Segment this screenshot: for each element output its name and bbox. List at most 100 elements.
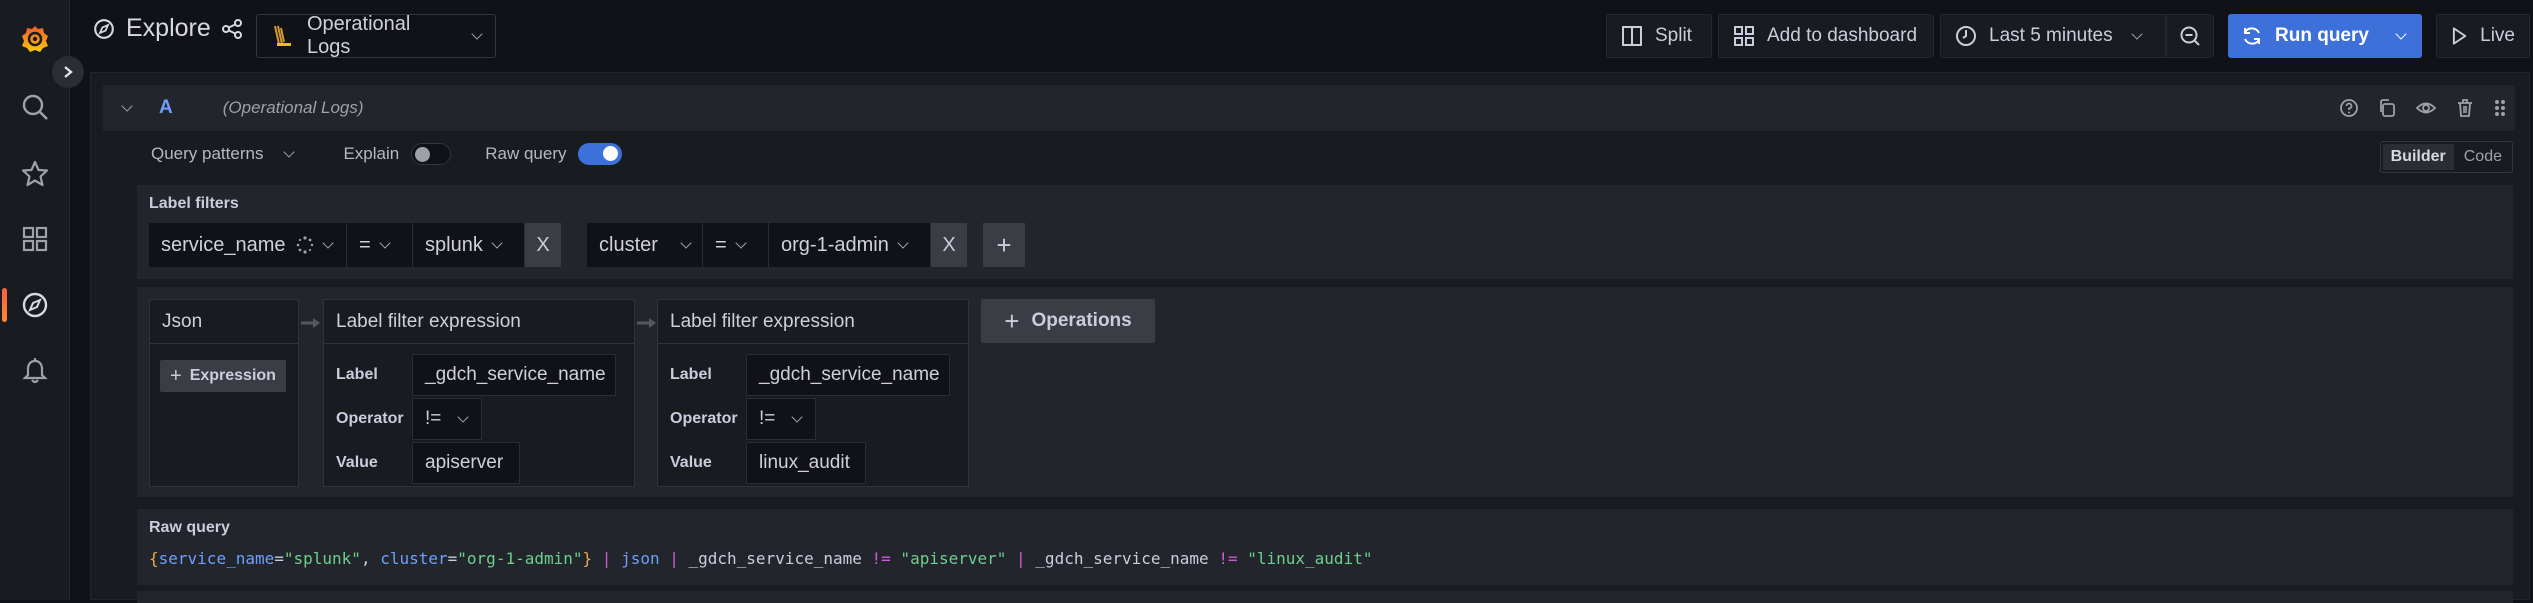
filter-operator-select[interactable]: = — [347, 223, 413, 267]
filter-value-value: splunk — [425, 233, 483, 256]
raw-query-token: != — [1218, 549, 1238, 568]
filter-value-select[interactable]: splunk — [413, 223, 525, 267]
builder-mode-button[interactable]: Builder — [2382, 144, 2454, 170]
label-input-value: _gdch_service_name — [759, 364, 940, 385]
raw-query-toggle[interactable] — [578, 143, 623, 165]
value-input[interactable]: linux_audit — [746, 442, 866, 484]
query-datasource-hint: (Operational Logs) — [222, 98, 364, 117]
add-operations-label: Operations — [1031, 310, 1132, 331]
raw-query-label: Raw query — [485, 144, 567, 163]
time-range-label: Last 5 minutes — [1989, 25, 2113, 46]
loading-spinner-icon — [296, 236, 313, 254]
chevron-down-icon — [791, 411, 804, 423]
raw-query-token: = — [447, 549, 458, 568]
expand-sidebar-button[interactable] — [52, 56, 84, 88]
raw-query-token: _gdch_service_name — [688, 549, 872, 568]
raw-query-token: , — [360, 549, 381, 568]
operations-section: Json + Expression Label filter expressio… — [137, 287, 2513, 497]
raw-query-token: "org-1-admin" — [457, 549, 583, 568]
add-to-dashboard-button[interactable]: Add to dashboard — [1718, 14, 1934, 58]
dashboards-icon[interactable] — [16, 220, 54, 258]
raw-query-token: service_name — [158, 549, 275, 568]
raw-query-token: { — [149, 549, 159, 568]
filter-label-select[interactable]: service_name — [149, 223, 347, 267]
dashboard-grid-icon — [1734, 26, 1754, 46]
grafana-logo-icon[interactable] — [16, 20, 54, 58]
explain-label: Explain — [343, 144, 400, 163]
operator-select[interactable]: != — [412, 398, 482, 440]
add-filter-button[interactable]: + — [983, 223, 1025, 267]
query-ref-id[interactable]: A — [159, 97, 173, 119]
raw-query-token: | — [1006, 549, 1036, 568]
clock-icon — [1956, 26, 1976, 46]
raw-query-token: = — [274, 549, 284, 568]
chevron-down-icon — [2130, 28, 2143, 40]
raw-query-token: "splunk" — [283, 549, 361, 568]
operator-value: != — [759, 408, 776, 429]
operator-value: != — [425, 408, 442, 429]
duplicate-icon[interactable] — [2377, 98, 2397, 118]
remove-filter-button[interactable]: X — [525, 223, 561, 267]
operator-select[interactable]: != — [746, 398, 816, 440]
field-label: Operator — [336, 410, 404, 427]
chevron-down-icon — [457, 411, 470, 423]
query-options-row: Query patterns Explain Raw query — [151, 143, 623, 165]
label-input[interactable]: _gdch_service_name — [746, 354, 950, 396]
datasource-name: Operational Logs — [306, 13, 411, 58]
filter-operator-value: = — [715, 233, 727, 256]
chevron-right-icon — [64, 66, 73, 78]
explain-toggle[interactable] — [411, 143, 452, 165]
chevron-down-icon — [471, 28, 483, 40]
arrow-right-icon — [637, 318, 656, 328]
field-label: Operator — [670, 410, 738, 427]
search-icon[interactable] — [16, 88, 54, 126]
trash-icon[interactable] — [2455, 98, 2475, 118]
raw-query-token: | — [592, 549, 622, 568]
remove-filter-button[interactable]: X — [931, 223, 967, 267]
add-expression-button[interactable]: + Expression — [160, 360, 286, 392]
explore-icon[interactable] — [16, 286, 54, 324]
operation-card-title: Json — [150, 300, 298, 344]
code-mode-button[interactable]: Code — [2456, 144, 2510, 170]
split-button[interactable]: Split — [1606, 14, 1712, 58]
chevron-down-icon — [897, 237, 909, 249]
value-input[interactable]: apiserver — [412, 442, 520, 484]
toggle-knob — [603, 146, 619, 161]
alerting-bell-icon[interactable] — [16, 352, 54, 390]
run-query-dropdown[interactable] — [2381, 14, 2421, 58]
filter-label-select[interactable]: cluster — [587, 223, 703, 267]
time-range-picker[interactable]: Last 5 minutes — [1940, 14, 2166, 58]
drag-handle-icon[interactable] — [2493, 98, 2507, 118]
refresh-icon — [2244, 27, 2260, 45]
raw-query-token: cluster — [380, 549, 448, 568]
field-label: Value — [336, 454, 378, 471]
eye-icon[interactable] — [2415, 98, 2437, 118]
query-patterns-dropdown[interactable]: Query patterns — [151, 144, 296, 164]
field-label: Value — [670, 454, 712, 471]
starred-icon[interactable] — [16, 155, 54, 193]
filter-value-select[interactable]: org-1-admin — [769, 223, 931, 267]
label-filters-title: Label filters — [149, 195, 239, 212]
field-label: Label — [670, 366, 712, 383]
label-input[interactable]: _gdch_service_name — [412, 354, 616, 396]
add-operations-button[interactable]: + Operations — [981, 299, 1155, 343]
query-patterns-label: Query patterns — [151, 144, 264, 163]
chevron-down-icon — [680, 237, 692, 249]
datasource-picker[interactable]: Operational Logs — [256, 13, 496, 58]
query-row-header: A (Operational Logs) — [103, 85, 2515, 131]
raw-query-token: != — [871, 549, 891, 568]
collapse-query-chevron[interactable] — [121, 100, 133, 112]
share-icon[interactable] — [221, 18, 243, 40]
raw-query-title: Raw query — [149, 519, 230, 536]
operation-card-label-filter: Label filter expression Label _gdch_serv… — [323, 299, 635, 487]
zoom-out-button[interactable] — [2166, 14, 2214, 58]
help-icon[interactable] — [2339, 98, 2359, 118]
operation-card-label-filter: Label filter expression Label _gdch_serv… — [657, 299, 969, 487]
filter-operator-value: = — [359, 233, 371, 256]
raw-query-token: json — [621, 549, 660, 568]
live-button[interactable]: Live — [2436, 14, 2530, 58]
run-query-button[interactable]: Run query — [2228, 14, 2422, 58]
label-filters-section: Label filters service_name = splunk X cl… — [137, 185, 2513, 279]
play-icon — [2452, 27, 2467, 45]
filter-operator-select[interactable]: = — [703, 223, 769, 267]
